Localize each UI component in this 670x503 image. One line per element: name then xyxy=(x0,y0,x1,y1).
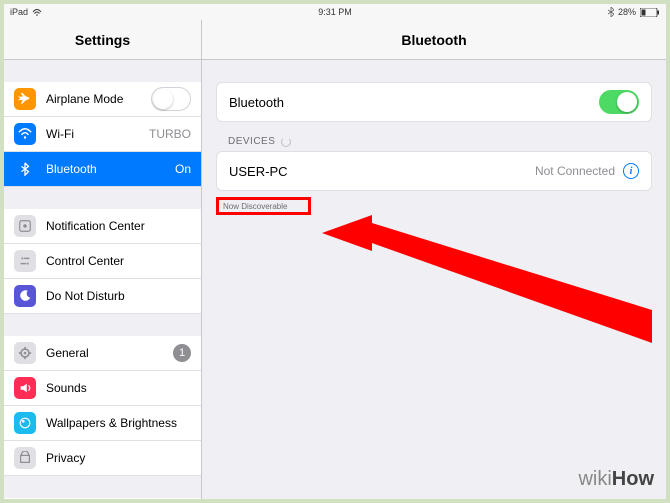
header-bar: Settings Bluetooth xyxy=(4,20,666,60)
status-battery-pct: 28% xyxy=(618,7,636,17)
now-discoverable-highlight: Now Discoverable xyxy=(216,197,311,215)
device-name: USER-PC xyxy=(229,164,535,179)
bluetooth-icon xyxy=(14,158,36,180)
do-not-disturb-icon xyxy=(14,285,36,307)
sidebar-item-do-not-disturb[interactable]: Do Not Disturb xyxy=(4,279,201,314)
sidebar-item-label: Notification Center xyxy=(46,219,191,233)
battery-icon xyxy=(640,8,660,17)
sidebar-item-control-center[interactable]: Control Center xyxy=(4,244,201,279)
wallpapers-brightness-icon xyxy=(14,412,36,434)
airplane-toggle[interactable] xyxy=(151,87,191,111)
bluetooth-toggle-label: Bluetooth xyxy=(229,95,599,110)
wifi-icon xyxy=(32,8,42,16)
sidebar-item-wifi[interactable]: Wi-Fi TURBO xyxy=(4,117,201,152)
bluetooth-status-icon xyxy=(608,7,614,17)
status-device: iPad xyxy=(10,7,28,17)
wifi-icon xyxy=(14,123,36,145)
sidebar-item-wallpapers-brightness[interactable]: Wallpapers & Brightness xyxy=(4,406,201,441)
sidebar-item-sounds[interactable]: Sounds xyxy=(4,371,201,406)
sidebar-item-icloud[interactable]: iCloud xyxy=(4,498,201,499)
watermark: wikiHow xyxy=(578,468,654,491)
sidebar-item-label: Privacy xyxy=(46,451,191,465)
status-time: 9:31 PM xyxy=(4,7,666,17)
wifi-network-value: TURBO xyxy=(149,127,191,141)
general-icon xyxy=(14,342,36,364)
sidebar-item-airplane[interactable]: Airplane Mode xyxy=(4,82,201,117)
airplane-icon xyxy=(14,88,36,110)
sidebar-item-label: Wallpapers & Brightness xyxy=(46,416,191,430)
general-badge: 1 xyxy=(173,344,191,362)
sidebar-item-label: Control Center xyxy=(46,254,191,268)
sidebar-item-label: Bluetooth xyxy=(46,162,175,176)
sidebar-item-label: Sounds xyxy=(46,381,191,395)
sidebar-item-privacy[interactable]: Privacy xyxy=(4,441,201,476)
sidebar-item-label: Wi-Fi xyxy=(46,127,149,141)
detail-pane: Bluetooth DEVICES USER-PC Not Connected … xyxy=(202,60,666,499)
sidebar-item-label: General xyxy=(46,346,173,360)
bluetooth-toggle[interactable] xyxy=(599,90,639,114)
devices-list: USER-PC Not Connected i xyxy=(216,151,652,191)
device-status: Not Connected xyxy=(535,164,615,178)
settings-sidebar[interactable]: Airplane Mode Wi-Fi TURBO Bluetooth On xyxy=(4,60,202,499)
sidebar-item-label: Do Not Disturb xyxy=(46,289,191,303)
app-frame: iPad 9:31 PM 28% Settings Bluetooth Airp… xyxy=(4,4,666,499)
bluetooth-toggle-card: Bluetooth xyxy=(216,82,652,122)
sidebar-item-label: Airplane Mode xyxy=(46,92,151,106)
detail-title: Bluetooth xyxy=(202,20,666,59)
bluetooth-state-value: On xyxy=(175,162,191,176)
device-info-icon[interactable]: i xyxy=(623,163,639,179)
notification-center-icon xyxy=(14,215,36,237)
content-area: Airplane Mode Wi-Fi TURBO Bluetooth On xyxy=(4,60,666,499)
bluetooth-toggle-row[interactable]: Bluetooth xyxy=(217,83,651,121)
callout-arrow-icon xyxy=(322,215,662,365)
now-discoverable-text: Now Discoverable xyxy=(223,202,287,211)
status-bar: iPad 9:31 PM 28% xyxy=(4,4,666,20)
control-center-icon xyxy=(14,250,36,272)
sounds-icon xyxy=(14,377,36,399)
loading-spinner-icon xyxy=(281,137,291,147)
sidebar-item-bluetooth[interactable]: Bluetooth On xyxy=(4,152,201,187)
sidebar-item-general[interactable]: General 1 xyxy=(4,336,201,371)
privacy-icon xyxy=(14,447,36,469)
sidebar-item-notification-center[interactable]: Notification Center xyxy=(4,209,201,244)
sidebar-title: Settings xyxy=(4,20,202,59)
devices-header: DEVICES xyxy=(228,136,666,147)
device-row[interactable]: USER-PC Not Connected i xyxy=(217,152,651,190)
